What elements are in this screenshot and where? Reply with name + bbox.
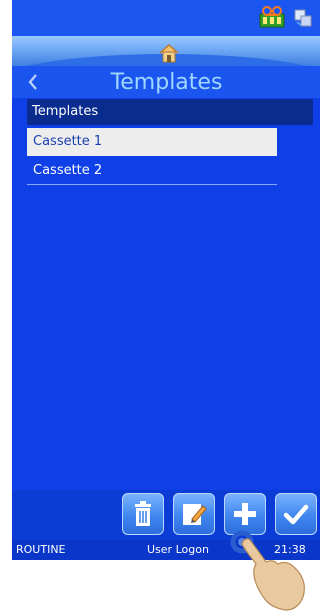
template-row-cassette-1[interactable]: Cassette 1 [27, 128, 277, 156]
trash-icon [135, 501, 151, 526]
edit-icon [183, 504, 207, 525]
checkmark-icon [283, 504, 309, 525]
delete-button[interactable] [122, 493, 164, 535]
add-icon [234, 503, 256, 525]
template-row-cassette-2[interactable]: Cassette 2 [27, 157, 277, 185]
page-title: Templates [110, 70, 223, 95]
network-status-icon [294, 9, 312, 27]
user-logon-link[interactable]: User Logon [147, 540, 209, 560]
list-header: Templates [27, 99, 313, 125]
status-bar [12, 0, 320, 36]
ribbon-status-icon [259, 6, 285, 28]
tap-hand-icon [230, 530, 305, 611]
app-screen: Templates Templates Cassette 1 Cassette … [12, 0, 320, 560]
home-icon[interactable] [158, 42, 180, 64]
mode-label: ROUTINE [16, 543, 66, 556]
edit-button[interactable] [173, 493, 215, 535]
